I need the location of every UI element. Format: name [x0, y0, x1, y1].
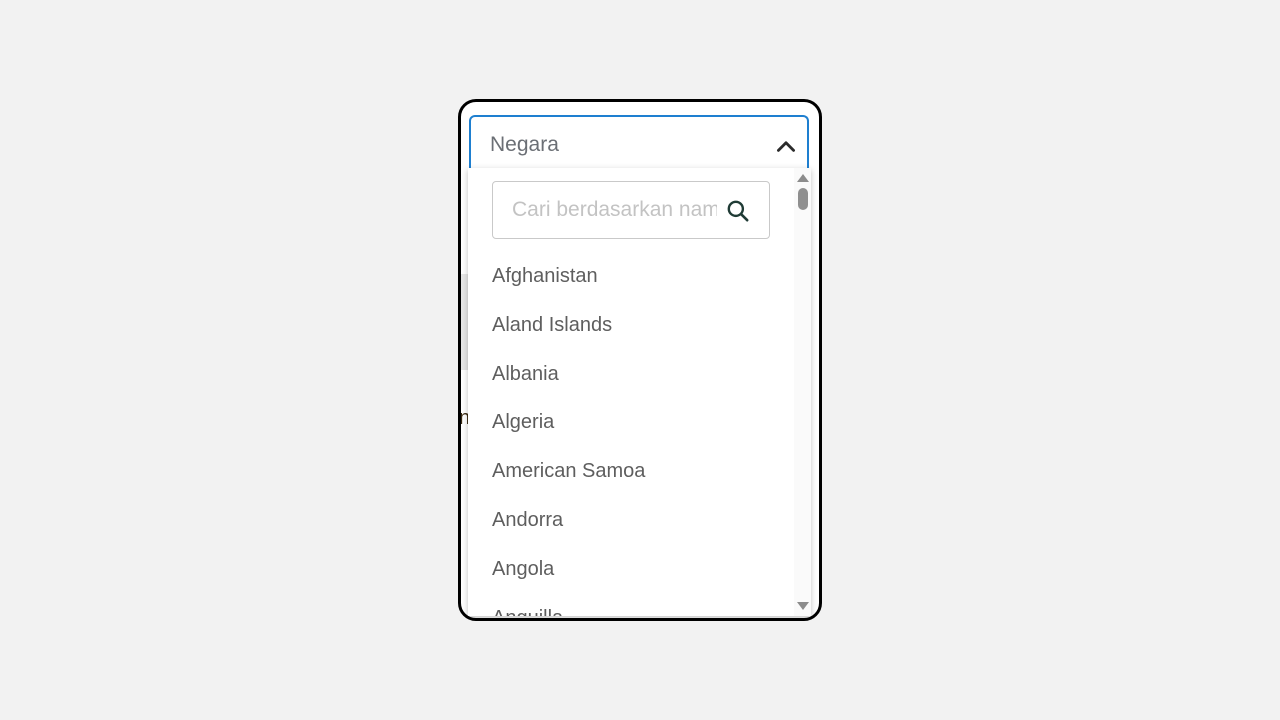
screenshot-frame: n Negara Afghanistan Aland Islands Alban…: [458, 99, 822, 621]
search-input[interactable]: [512, 194, 717, 226]
country-select-label: Negara: [490, 133, 559, 156]
dropdown-scrollbar[interactable]: [794, 168, 811, 616]
country-option[interactable]: Angola: [492, 545, 645, 594]
country-option-list: Afghanistan Aland Islands Albania Algeri…: [492, 252, 645, 616]
country-option[interactable]: Afghanistan: [492, 252, 645, 301]
country-option[interactable]: Aland Islands: [492, 301, 645, 350]
scroll-up-arrow-icon[interactable]: [797, 174, 809, 182]
country-option[interactable]: American Samoa: [492, 447, 645, 496]
country-option[interactable]: Andorra: [492, 496, 645, 545]
country-option[interactable]: Albania: [492, 350, 645, 399]
country-select[interactable]: Negara: [469, 115, 809, 175]
dropdown-scroll-area[interactable]: Afghanistan Aland Islands Albania Algeri…: [468, 168, 793, 616]
chevron-up-icon[interactable]: [773, 133, 799, 159]
search-icon[interactable]: [725, 198, 751, 224]
search-box[interactable]: [492, 181, 770, 239]
scrollbar-thumb[interactable]: [798, 188, 808, 210]
scroll-down-arrow-icon[interactable]: [797, 602, 809, 610]
country-option[interactable]: Anguilla: [492, 594, 645, 616]
country-dropdown: Afghanistan Aland Islands Albania Algeri…: [468, 168, 811, 616]
country-option[interactable]: Algeria: [492, 398, 645, 447]
